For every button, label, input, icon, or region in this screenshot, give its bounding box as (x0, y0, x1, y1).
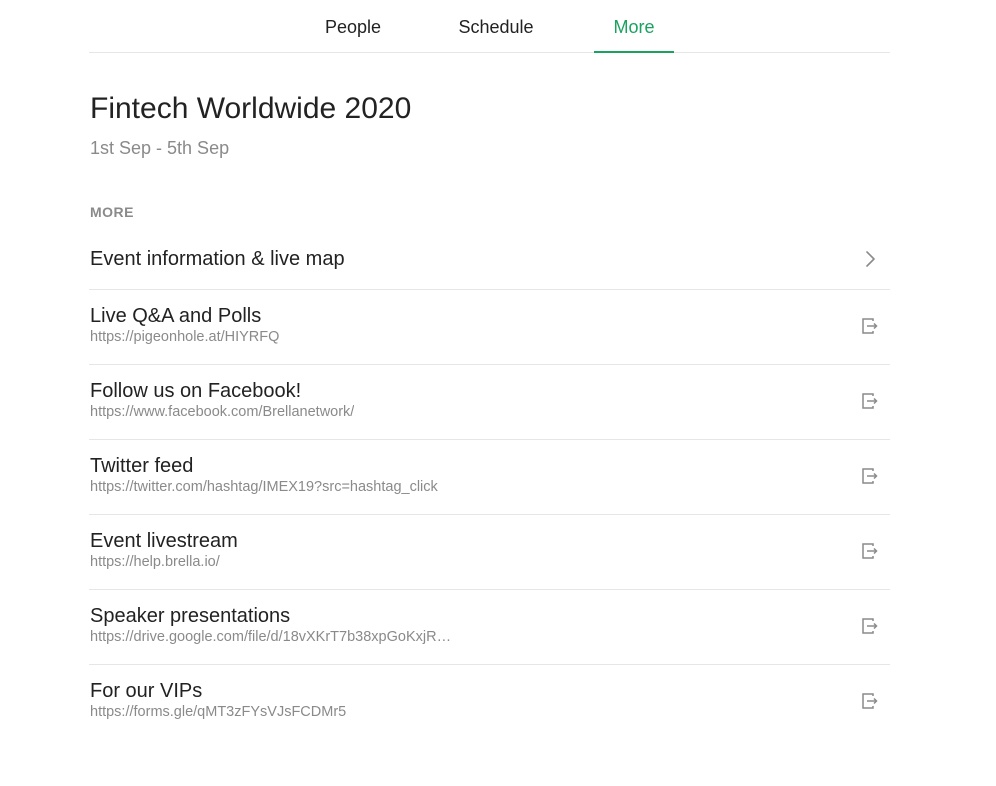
tab-bar: People Schedule More (89, 0, 890, 53)
external-link-icon (860, 391, 880, 411)
list-item-url: https://www.facebook.com/Brellanetwork/ (90, 404, 355, 420)
section-label-more: MORE (90, 204, 134, 220)
list-item-facebook[interactable]: Follow us on Facebook! https://www.faceb… (89, 365, 890, 440)
external-link-icon (860, 466, 880, 486)
chevron-right-icon (860, 249, 880, 269)
list-item-url: https://help.brella.io/ (90, 554, 220, 570)
list-item-title: Live Q&A and Polls (90, 305, 262, 327)
list-item-title: Follow us on Facebook! (90, 380, 302, 402)
list-item-title: For our VIPs (90, 680, 203, 702)
list-item-title: Speaker presentations (90, 605, 291, 627)
list-item-vips[interactable]: For our VIPs https://forms.gle/qMT3zFYsV… (89, 665, 890, 739)
tab-schedule[interactable]: Schedule (448, 0, 544, 52)
list-item-event-livestream[interactable]: Event livestream https://help.brella.io/ (89, 515, 890, 590)
external-link-icon (860, 316, 880, 336)
list-item-live-qa[interactable]: Live Q&A and Polls https://pigeonhole.at… (89, 290, 890, 365)
external-link-icon (860, 691, 880, 711)
list-item-url: https://pigeonhole.at/HIYRFQ (90, 329, 280, 345)
tab-more[interactable]: More (594, 0, 674, 53)
list-item-url: https://drive.google.com/file/d/18vXKrT7… (90, 629, 452, 645)
list-item-url: https://twitter.com/hashtag/IMEX19?src=h… (90, 479, 438, 495)
list-item-title: Twitter feed (90, 455, 194, 477)
tab-people[interactable]: People (315, 0, 391, 52)
list-item-url: https://forms.gle/qMT3zFYsVJsFCDMr5 (90, 704, 347, 720)
list-item-title: Event information & live map (90, 248, 345, 270)
list-item-speaker-presentations[interactable]: Speaker presentations https://drive.goog… (89, 590, 890, 665)
list-item-event-information[interactable]: Event information & live map (89, 230, 890, 290)
external-link-icon (860, 616, 880, 636)
list-item-twitter-feed[interactable]: Twitter feed https://twitter.com/hashtag… (89, 440, 890, 515)
event-dates: 1st Sep - 5th Sep (90, 138, 230, 158)
more-list: Event information & live map Live Q&A an… (89, 230, 890, 739)
page: People Schedule More Fintech Worldwide 2… (0, 0, 996, 786)
external-link-icon (860, 541, 880, 561)
event-title: Fintech Worldwide 2020 (90, 92, 412, 125)
list-item-title: Event livestream (90, 530, 238, 552)
